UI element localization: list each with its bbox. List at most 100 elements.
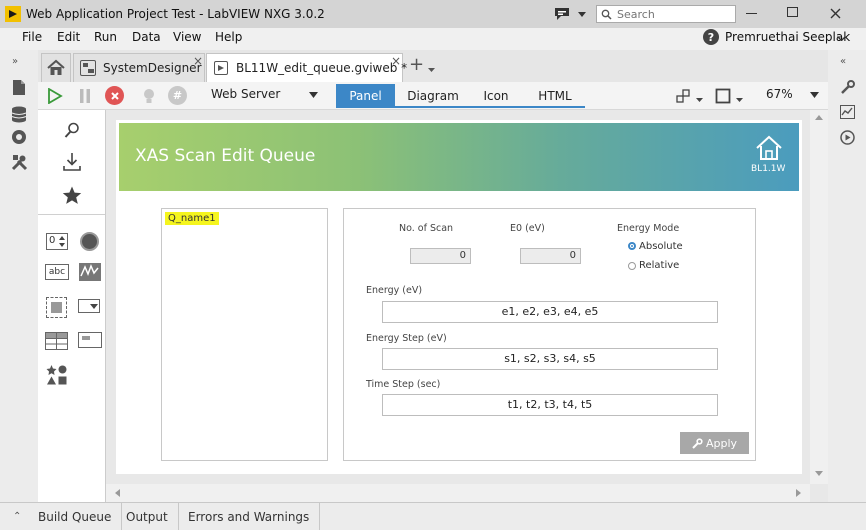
scroll-left-arrow[interactable]: [115, 489, 120, 497]
zoom-level[interactable]: 67%: [766, 87, 793, 101]
e0-numeric[interactable]: 0: [520, 248, 581, 264]
add-tab-button[interactable]: +: [409, 54, 424, 75]
container-control-icon[interactable]: [46, 297, 67, 318]
boolean-led-icon[interactable]: [80, 232, 99, 251]
queue-listbox[interactable]: Q_name1: [161, 208, 328, 461]
tab-icon[interactable]: Icon: [473, 84, 519, 108]
wrench-icon[interactable]: [838, 78, 856, 96]
abort-icon[interactable]: [105, 86, 124, 105]
apply-button[interactable]: Apply: [680, 432, 749, 454]
table-control-icon[interactable]: [45, 332, 68, 350]
radio-absolute[interactable]: [628, 242, 636, 250]
scroll-up-arrow[interactable]: [815, 115, 823, 120]
menu-edit[interactable]: Edit: [57, 30, 80, 44]
chevron-down-icon[interactable]: [836, 34, 846, 42]
no-of-scan-label: No. of Scan: [399, 223, 454, 234]
scan-parameter-form: No. of Scan 0 E0 (eV) 0 Energy Mode Abso…: [343, 208, 756, 461]
target-selector[interactable]: Web Server: [211, 87, 280, 101]
tab-bl11w-edit-queue[interactable]: BL11W_edit_queue.gviweb * ×: [206, 53, 407, 82]
listbox-control-icon[interactable]: [78, 332, 102, 348]
collapse-icon[interactable]: «: [840, 56, 846, 67]
tab-close-button[interactable]: ×: [391, 54, 401, 68]
dropdown-control-icon[interactable]: [78, 299, 100, 313]
menu-help[interactable]: Help: [215, 30, 242, 44]
palette-divider: [38, 214, 105, 215]
search-field[interactable]: [596, 5, 736, 23]
align-icon[interactable]: [674, 86, 694, 106]
right-side-strip: «: [828, 50, 866, 530]
tab-close-button[interactable]: ×: [193, 54, 203, 68]
expand-up-icon[interactable]: ⌃: [13, 511, 21, 522]
chat-icon[interactable]: [552, 5, 572, 23]
run-icon[interactable]: [45, 86, 65, 106]
numeric-control-icon[interactable]: 0: [46, 233, 68, 250]
distribute-icon[interactable]: [713, 86, 733, 106]
system-designer-icon: [80, 60, 96, 76]
home-tab[interactable]: [41, 53, 71, 82]
list-item[interactable]: Q_name1: [165, 212, 219, 225]
energy-mode-label: Energy Mode: [617, 223, 680, 234]
radio-relative-label[interactable]: Relative: [639, 260, 679, 271]
search-icon[interactable]: [62, 120, 82, 140]
tab-label: BL11W_edit_queue.gviweb *: [236, 61, 408, 75]
vertical-scrollbar[interactable]: [810, 110, 828, 484]
user-name[interactable]: Premruethai Seeplak: [725, 30, 850, 44]
decorations-icon[interactable]: [46, 364, 68, 386]
view-tab-underline: [395, 106, 585, 108]
energy-input[interactable]: e1, e2, e3, e4, e5: [382, 301, 718, 323]
chevron-down-icon[interactable]: [695, 97, 703, 102]
radio-relative[interactable]: [628, 262, 636, 270]
string-control-icon[interactable]: abc: [45, 264, 69, 280]
menu-data[interactable]: Data: [132, 30, 161, 44]
favorites-star-icon[interactable]: [61, 184, 83, 206]
chevron-down-icon[interactable]: [735, 97, 743, 102]
no-of-scan-numeric[interactable]: 0: [410, 248, 471, 264]
tab-panel[interactable]: Panel: [336, 84, 395, 108]
document-icon[interactable]: [10, 78, 28, 96]
chevron-down-icon[interactable]: [577, 9, 587, 19]
hardware-icon[interactable]: [10, 128, 28, 146]
database-icon[interactable]: [10, 105, 28, 123]
menu-run[interactable]: Run: [94, 30, 117, 44]
scroll-right-arrow[interactable]: [796, 489, 801, 497]
window-title: Web Application Project Test - LabVIEW N…: [26, 7, 325, 21]
menu-file[interactable]: File: [22, 30, 42, 44]
graph-control-icon[interactable]: [78, 262, 102, 282]
tab-errors-and-warnings[interactable]: Errors and Warnings: [178, 503, 321, 530]
header-banner: XAS Scan Edit Queue BL1.1W: [119, 123, 799, 191]
pause-icon[interactable]: [75, 86, 95, 106]
chevron-down-icon[interactable]: [308, 91, 318, 98]
chevron-down-icon[interactable]: [809, 91, 819, 98]
time-step-input[interactable]: t1, t2, t3, t4, t5: [382, 394, 718, 416]
expand-icon[interactable]: »: [12, 56, 18, 67]
maximize-button[interactable]: [787, 7, 798, 17]
energy-step-input[interactable]: s1, s2, s3, s4, s5: [382, 348, 718, 370]
probe-icon[interactable]: #: [168, 86, 187, 105]
chevron-down-icon[interactable]: [427, 67, 435, 73]
tab-diagram[interactable]: Diagram: [402, 84, 464, 108]
tab-html[interactable]: HTML: [528, 84, 582, 108]
tab-output[interactable]: Output: [116, 503, 179, 530]
radio-absolute-label[interactable]: Absolute: [639, 241, 683, 252]
help-icon[interactable]: ?: [703, 29, 719, 45]
close-icon[interactable]: [828, 6, 842, 20]
download-icon[interactable]: [60, 150, 84, 174]
web-vi-icon: [214, 61, 228, 75]
graph-icon[interactable]: [838, 103, 856, 121]
page-title: XAS Scan Edit Queue: [135, 146, 316, 166]
tab-systemdesigner[interactable]: SystemDesigner ×: [73, 53, 205, 82]
left-side-strip: »: [0, 50, 38, 530]
minimize-button[interactable]: [746, 13, 757, 14]
search-input[interactable]: [617, 6, 735, 22]
time-step-label: Time Step (sec): [366, 379, 441, 390]
run-vi-icon[interactable]: [838, 128, 856, 146]
horizontal-scrollbar[interactable]: [106, 484, 810, 502]
tools-icon[interactable]: [10, 153, 28, 171]
scroll-down-arrow[interactable]: [815, 471, 823, 476]
tab-build-queue[interactable]: Build Queue: [28, 503, 123, 530]
highlight-execution-icon[interactable]: [139, 86, 159, 106]
energy-label: Energy (eV): [366, 285, 423, 296]
search-icon: [600, 8, 613, 21]
logo-label: BL1.1W: [751, 164, 786, 174]
menu-view[interactable]: View: [173, 30, 201, 44]
